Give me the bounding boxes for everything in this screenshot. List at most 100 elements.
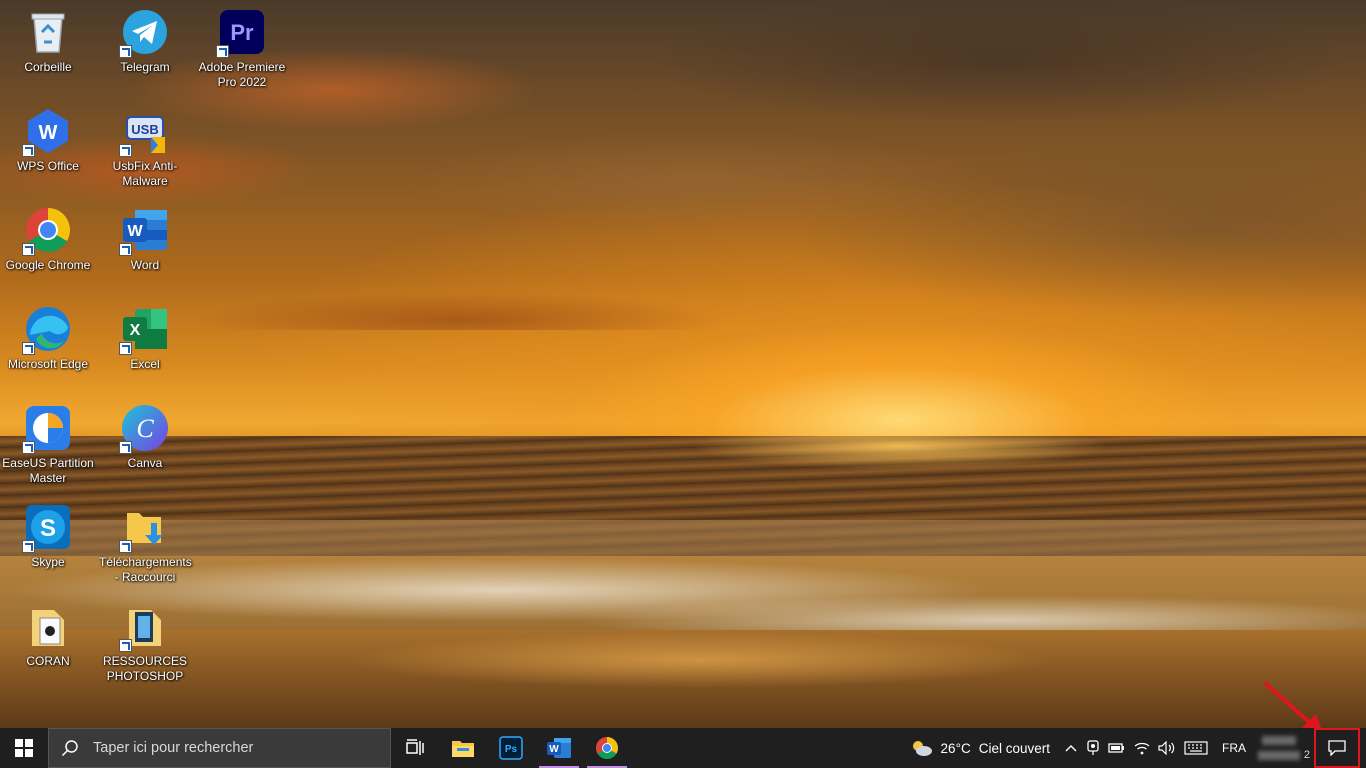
easeus-icon — [22, 404, 72, 454]
taskbar: Taper ici pour rechercher Ps W 26°C Ciel… — [0, 728, 1366, 768]
task-view-icon — [406, 739, 424, 755]
desktop-icon-label: Telegram — [120, 60, 170, 74]
weather-cloud-icon — [912, 741, 932, 756]
start-button[interactable] — [0, 728, 48, 768]
shortcut-arrow-icon — [119, 144, 132, 157]
edge-icon — [22, 305, 72, 355]
shortcut-arrow-icon — [22, 243, 35, 256]
desktop-icon-label: Google Chrome — [5, 258, 91, 272]
task-view-button[interactable] — [391, 728, 439, 768]
usbfix-icon: USB — [119, 107, 169, 157]
shortcut-arrow-icon — [216, 45, 229, 58]
clock-date-fragment: 2 — [1303, 749, 1310, 761]
desktop-icon-label: Skype — [31, 555, 65, 569]
skype-icon: S — [22, 503, 72, 553]
taskbar-photoshop[interactable]: Ps — [487, 728, 535, 768]
desktop-icon-label: CORAN — [26, 654, 70, 668]
desktop-icon-label: Excel — [130, 357, 160, 371]
taskbar-file-explorer[interactable] — [439, 728, 487, 768]
desktop-icon-label: Microsoft Edge — [7, 357, 89, 371]
windows-logo-icon — [15, 739, 33, 757]
taskbar-chrome[interactable] — [583, 728, 631, 768]
desktop-icon-skype[interactable]: S Skype — [0, 497, 96, 570]
ressources-photoshop-icon — [119, 602, 169, 652]
action-center-button[interactable] — [1314, 728, 1360, 768]
weather-temp: 26°C — [940, 740, 971, 756]
canva-icon: C — [119, 404, 169, 454]
wallpaper-sand — [0, 630, 1366, 728]
battery-plug-icon — [1108, 743, 1124, 753]
shortcut-arrow-icon — [119, 441, 132, 454]
svg-text:X: X — [130, 322, 141, 339]
wifi-tray-button[interactable] — [1130, 728, 1154, 768]
desktop-icon-google-chrome[interactable]: Google Chrome — [0, 200, 96, 273]
excel-icon: X — [119, 305, 169, 355]
system-tray: 26°C Ciel couvert FRA 2 — [907, 728, 1366, 768]
desktop-icon-wps-office[interactable]: W WPS Office — [0, 101, 96, 174]
word-icon: W — [119, 206, 169, 256]
svg-text:USB: USB — [131, 122, 158, 137]
downloads-folder-icon — [119, 503, 169, 553]
svg-text:C: C — [136, 414, 154, 443]
shortcut-arrow-icon — [22, 144, 35, 157]
svg-text:Pr: Pr — [230, 20, 254, 45]
desktop-icon-downloads[interactable]: Téléchargements - Raccourci — [97, 497, 193, 585]
taskbar-search-box[interactable]: Taper ici pour rechercher — [48, 728, 391, 768]
shortcut-arrow-icon — [119, 243, 132, 256]
clock-date-blurred[interactable]: 2 — [1256, 728, 1314, 768]
language-indicator[interactable]: FRA — [1212, 728, 1256, 768]
file-explorer-icon — [452, 741, 474, 757]
taskbar-word[interactable]: W — [535, 728, 583, 768]
svg-text:W: W — [39, 122, 58, 144]
chrome-icon — [22, 206, 72, 256]
desktop-icon-excel[interactable]: X Excel — [97, 299, 193, 372]
desktop-icon-microsoft-edge[interactable]: Microsoft Edge — [0, 299, 96, 372]
telegram-icon — [119, 8, 169, 58]
desktop-icon-canva[interactable]: C Canva — [97, 398, 193, 471]
chrome-icon — [596, 737, 618, 759]
shortcut-arrow-icon — [22, 342, 35, 355]
desktop-icon-label: Canva — [127, 456, 163, 470]
shortcut-arrow-icon — [119, 45, 132, 58]
photoshop-icon: Ps — [499, 736, 523, 760]
recycle-bin-icon — [24, 8, 72, 56]
desktop-icon-label: Adobe Premiere Pro 2022 — [198, 60, 286, 89]
desktop-icon-easeus[interactable]: EaseUS Partition Master — [0, 398, 96, 486]
desktop-icon-label: Corbeille — [24, 60, 72, 74]
desktop-icon-label: WPS Office — [17, 159, 79, 173]
search-icon — [61, 740, 78, 757]
shortcut-arrow-icon — [22, 441, 35, 454]
touch-keyboard-button[interactable] — [1180, 728, 1212, 768]
clock-date-redacted — [1258, 751, 1300, 760]
desktop-icon-word[interactable]: W Word — [97, 200, 193, 273]
desktop-icon-premiere-pro[interactable]: Pr Adobe Premiere Pro 2022 — [194, 2, 290, 90]
wifi-icon — [1134, 742, 1150, 755]
shortcut-arrow-icon — [22, 540, 35, 553]
volume-tray-button[interactable] — [1154, 728, 1180, 768]
desktop-icon-ressources-photoshop[interactable]: RESSOURCES PHOTOSHOP — [97, 596, 193, 684]
action-center-icon — [1328, 740, 1346, 756]
premiere-pro-icon: Pr — [216, 8, 266, 58]
desktop-wallpaper: Corbeille W WPS Office Google Chrome Mic… — [0, 0, 1366, 728]
show-hidden-icons-button[interactable] — [1060, 728, 1082, 768]
desktop-icon-label: UsbFix Anti-Malware — [112, 159, 178, 188]
search-placeholder: Taper ici pour rechercher — [93, 740, 254, 756]
svg-text:W: W — [549, 744, 559, 755]
desktop-icon-label: Word — [130, 258, 160, 272]
desktop-icon-label: Téléchargements - Raccourci — [99, 555, 192, 584]
desktop-icon-coran[interactable]: CORAN — [0, 596, 96, 669]
weather-widget[interactable]: 26°C Ciel couvert — [907, 728, 1060, 768]
desktop-icon-usbfix[interactable]: USB UsbFix Anti-Malware — [97, 101, 193, 189]
battery-tray-button[interactable] — [1104, 728, 1130, 768]
coran-icon — [24, 602, 72, 650]
webcam-tray-button[interactable] — [1082, 728, 1104, 768]
desktop-icon-label: RESSOURCES PHOTOSHOP — [102, 654, 188, 683]
word-icon: W — [547, 738, 571, 758]
shortcut-arrow-icon — [119, 639, 132, 652]
svg-text:W: W — [127, 223, 143, 240]
shortcut-arrow-icon — [119, 342, 132, 355]
wallpaper-foam — [0, 520, 1366, 640]
wps-office-icon: W — [22, 107, 72, 157]
desktop-icon-corbeille[interactable]: Corbeille — [0, 2, 96, 75]
desktop-icon-telegram[interactable]: Telegram — [97, 2, 193, 75]
